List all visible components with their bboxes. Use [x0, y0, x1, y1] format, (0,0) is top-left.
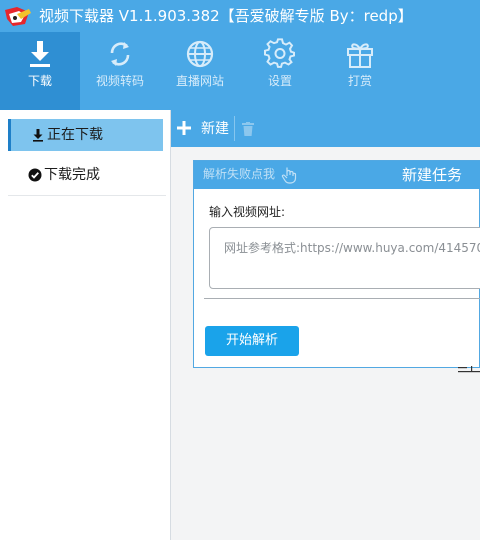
nav-live-sites-label: 直播网站: [175, 74, 224, 88]
nav-download-label: 下载: [27, 74, 52, 88]
url-input[interactable]: 网址参考格式:https://www.huya.com/414570: [209, 227, 480, 289]
app-logo-icon: [5, 7, 31, 26]
clipped-text-fragment: [458, 366, 480, 373]
sidebar: 正在下载 下载完成: [0, 110, 171, 540]
nav-settings-label: 设置: [267, 74, 292, 88]
nav-settings[interactable]: 设置: [240, 32, 320, 110]
globe-icon: [186, 40, 214, 68]
check-circle-icon: [28, 168, 42, 182]
dialog-header: 解析失败点我 新建任务: [194, 161, 480, 189]
download-icon: [30, 41, 50, 67]
gear-icon: [264, 38, 295, 68]
window-title: 视频下载器 V1.1.903.382【吾爱破解专版 By：redp】: [39, 7, 413, 25]
sidebar-item-completed-label: 下载完成: [44, 167, 100, 183]
new-task-label: 新建: [201, 121, 229, 137]
nav-convert[interactable]: 视频转码: [80, 32, 160, 110]
toolbar-separator: [234, 116, 235, 141]
sidebar-item-completed[interactable]: 下载完成: [8, 159, 163, 191]
new-task-button[interactable]: 新建: [171, 110, 235, 147]
nav-download[interactable]: 下载: [0, 32, 80, 110]
dialog-divider: [204, 298, 480, 299]
convert-icon: [110, 42, 130, 66]
url-label: 输入视频网址:: [209, 205, 286, 219]
start-parse-button[interactable]: 开始解析: [205, 326, 299, 356]
nav-convert-label: 视频转码: [95, 74, 144, 88]
new-task-dialog: 解析失败点我 新建任务 输入视频网址: 网址参考格式:https://www.h…: [193, 160, 480, 368]
hand-pointer-icon: [281, 167, 297, 184]
title-bar: 视频下载器 V1.1.903.382【吾爱破解专版 By：redp】: [0, 0, 480, 32]
parse-fail-link[interactable]: 解析失败点我: [203, 166, 275, 183]
plus-icon: [177, 121, 191, 135]
sidebar-divider: [8, 195, 166, 196]
download-small-icon: [33, 129, 43, 142]
nav-reward[interactable]: 打赏: [320, 32, 400, 110]
gift-icon: [347, 43, 373, 68]
dialog-title: 新建任务: [402, 166, 463, 184]
nav-live-sites[interactable]: 直播网站: [160, 32, 240, 110]
sidebar-item-downloading-label: 正在下载: [47, 127, 103, 143]
sidebar-item-downloading[interactable]: 正在下载: [8, 119, 163, 151]
trash-icon[interactable]: [242, 122, 254, 136]
top-bar: 视频下载器 V1.1.903.382【吾爱破解专版 By：redp】 下载 视频…: [0, 0, 480, 110]
nav-reward-label: 打赏: [347, 74, 372, 88]
task-toolbar: 新建: [171, 110, 480, 147]
main-nav: 下载 视频转码 直播网站 设置 打赏: [0, 32, 480, 110]
